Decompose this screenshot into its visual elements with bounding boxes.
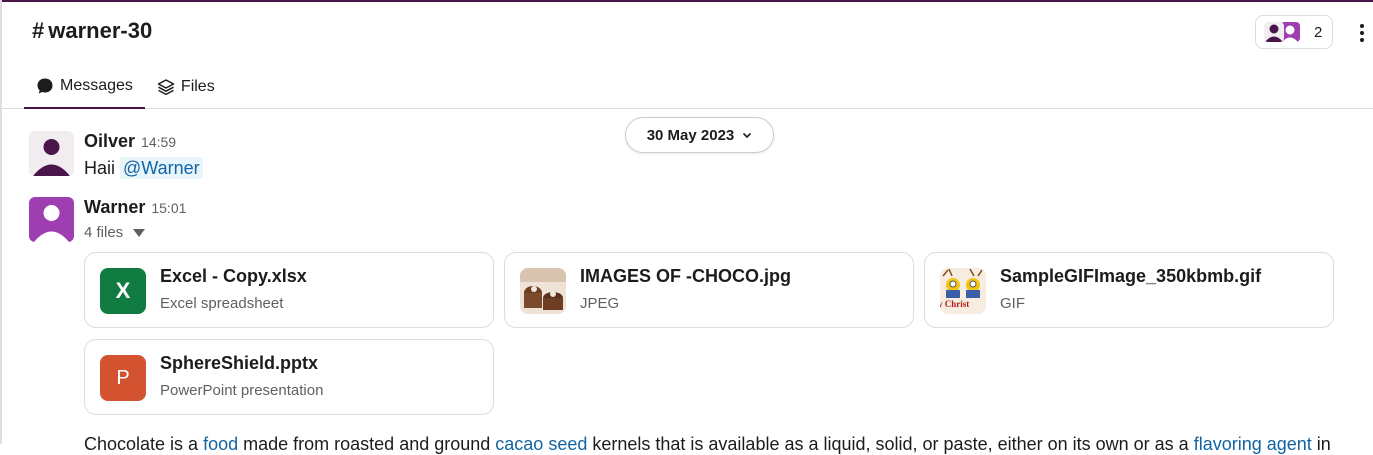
- tab-files[interactable]: Files: [145, 65, 227, 109]
- file-card-gif[interactable]: y Christ SampleGIFImage_350kbmb.gif GIF: [924, 252, 1334, 328]
- layers-icon: [157, 78, 175, 96]
- paragraph-text: made from roasted and ground: [238, 434, 496, 454]
- date-divider-button[interactable]: 30 May 2023: [625, 117, 774, 153]
- member-avatar-icon: [1264, 22, 1284, 42]
- avatar[interactable]: [29, 197, 74, 242]
- gif-thumbnail-icon: y Christ: [940, 268, 986, 314]
- chevron-down-icon: [742, 132, 752, 139]
- date-divider-label: 30 May 2023: [646, 126, 735, 144]
- message-paragraph: Chocolate is a food made from roasted an…: [84, 434, 1331, 455]
- paragraph-text: kernels that is available as a liquid, s…: [587, 434, 1194, 454]
- file-name: SampleGIFImage_350kbmb.gif: [1000, 266, 1262, 286]
- user-mention[interactable]: @Warner: [120, 157, 203, 179]
- file-type: GIF: [1000, 295, 1025, 312]
- channel-hash-icon: #: [32, 18, 45, 43]
- message-time[interactable]: 15:01: [151, 200, 186, 216]
- avatar[interactable]: [29, 131, 74, 176]
- tab-messages-label: Messages: [60, 77, 133, 94]
- members-count: 2: [1314, 23, 1323, 41]
- more-options-icon[interactable]: [1352, 20, 1372, 46]
- file-card-pptx[interactable]: P SphereShield.pptx PowerPoint presentat…: [84, 339, 494, 415]
- channel-tabs: Messages Files: [24, 65, 227, 109]
- message-sender[interactable]: Oilver: [84, 131, 135, 151]
- channel-title[interactable]: # warner-30: [32, 18, 152, 44]
- member-avatars: [1264, 20, 1308, 44]
- file-card-excel[interactable]: X Excel - Copy.xlsx Excel spreadsheet: [84, 252, 494, 328]
- paragraph-text: Chocolate is a: [84, 434, 204, 454]
- file-type: JPEG: [580, 295, 620, 312]
- file-name: Excel - Copy.xlsx: [160, 266, 307, 286]
- message-time[interactable]: 14:59: [141, 134, 176, 150]
- file-name: SphereShield.pptx: [160, 353, 319, 373]
- caret-down-icon: [133, 228, 146, 237]
- members-button[interactable]: 2: [1255, 15, 1333, 49]
- channel-header: # warner-30 2 Messages Files: [0, 2, 1373, 109]
- gif-thumbnail-caption: y Christ: [940, 299, 970, 309]
- file-name: IMAGES OF -CHOCO.jpg: [580, 266, 791, 286]
- message-text: Haii: [84, 158, 116, 178]
- files-toggle[interactable]: 4 files: [84, 224, 146, 241]
- file-type: PowerPoint presentation: [160, 382, 324, 399]
- link-food[interactable]: food: [203, 434, 238, 454]
- image-thumbnail-icon: [520, 268, 566, 314]
- file-card-jpeg[interactable]: IMAGES OF -CHOCO.jpg JPEG: [504, 252, 914, 328]
- tab-messages[interactable]: Messages: [24, 65, 145, 109]
- chat-bubble-icon: [36, 77, 54, 95]
- powerpoint-file-icon: P: [100, 355, 146, 401]
- link-flavoring-agent[interactable]: flavoring agent: [1194, 434, 1312, 454]
- channel-name: warner-30: [48, 18, 153, 43]
- file-type: Excel spreadsheet: [160, 295, 284, 312]
- tab-files-label: Files: [180, 78, 215, 95]
- link-cacao-seed[interactable]: cacao seed: [495, 434, 587, 454]
- message-sender[interactable]: Warner: [84, 197, 145, 217]
- files-count-label: 4 files: [84, 224, 124, 241]
- excel-file-icon: X: [100, 268, 146, 314]
- paragraph-text: in: [1311, 434, 1331, 454]
